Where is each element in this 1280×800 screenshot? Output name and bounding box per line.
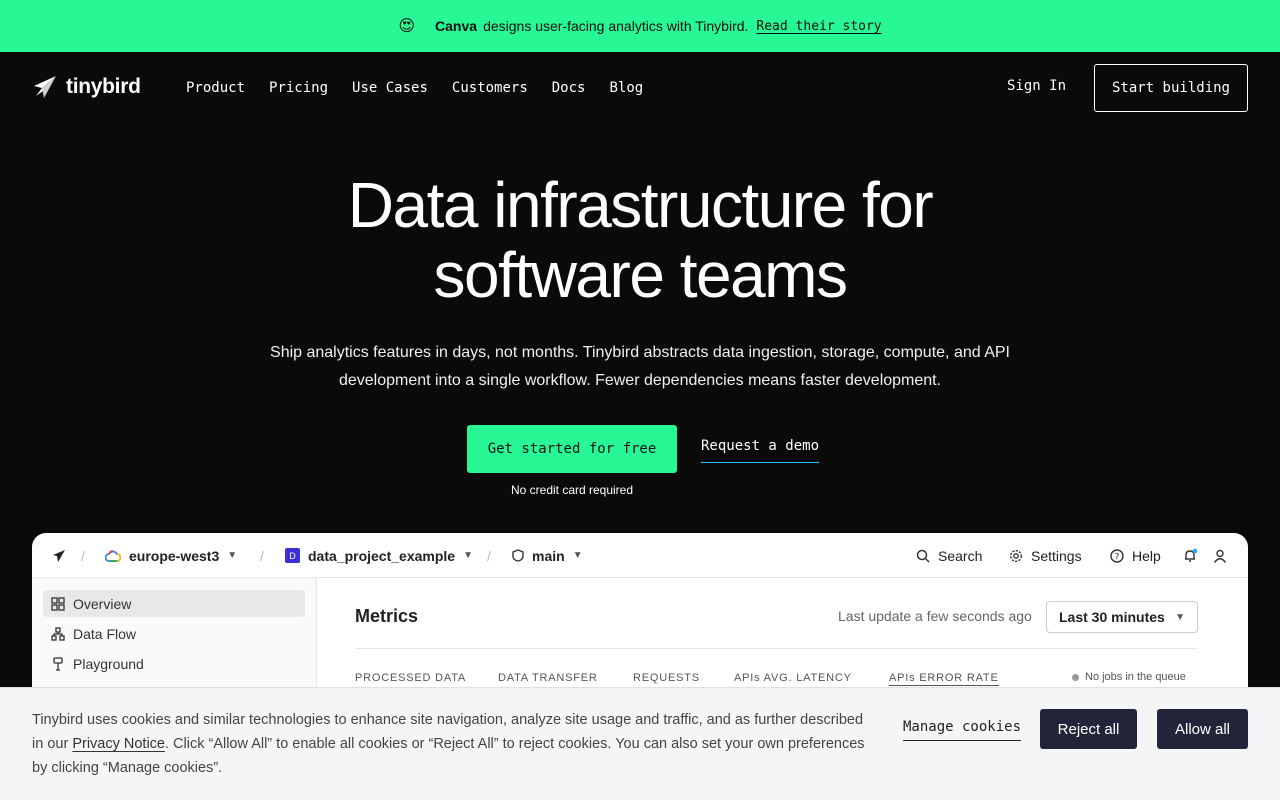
metric-column-header-error-rate[interactable]: APIs ERROR RATE [889, 672, 999, 686]
breadcrumb-separator: / [81, 547, 85, 564]
metric-column-header: APIs AVG. LATENCY [734, 672, 852, 684]
logo[interactable]: tinybird [32, 74, 141, 100]
get-started-button[interactable]: Get started for free [467, 425, 677, 473]
region-selector[interactable]: europe-west3 ▼ [105, 533, 237, 578]
project-name: data_project_example [308, 547, 456, 564]
shield-icon [512, 549, 524, 562]
project-badge: D [285, 548, 300, 563]
no-credit-card-note: No credit card required [510, 483, 634, 497]
project-selector[interactable]: D data_project_example ▼ [285, 533, 473, 578]
sign-in-link[interactable]: Sign In [1007, 78, 1066, 94]
jobs-status-text: No jobs in the queue [1085, 671, 1186, 683]
reject-all-button[interactable]: Reject all [1040, 709, 1137, 749]
playground-icon [53, 656, 63, 671]
sidebar-item-label: Overview [73, 595, 132, 612]
logo-text: tinybird [66, 75, 141, 98]
nav-links: Product Pricing Use Cases Customers Docs… [186, 52, 643, 124]
notifications-button[interactable] [1183, 533, 1198, 578]
account-button[interactable] [1213, 533, 1227, 578]
sidebar-item-overview[interactable]: Overview [43, 590, 305, 617]
announcement-brand: Canva [435, 18, 478, 34]
hero-title-line2: software teams [433, 239, 848, 311]
request-demo-link[interactable]: Request a demo [701, 438, 820, 463]
search-button[interactable]: Search [916, 533, 982, 578]
start-building-button[interactable]: Start building [1094, 64, 1248, 112]
metric-column-header: DATA TRANSFER [498, 672, 598, 684]
branch-name: main [532, 547, 565, 564]
cookie-text: Tinybird uses cookies and similar techno… [32, 708, 872, 780]
chevron-down-icon: ▼ [1175, 611, 1185, 623]
flow-icon [51, 626, 65, 641]
settings-button[interactable]: Settings [1009, 533, 1082, 578]
help-label: Help [1132, 547, 1161, 564]
nav-link-product[interactable]: Product [186, 80, 245, 96]
sidebar-item-data-flow[interactable]: Data Flow [43, 620, 305, 647]
metric-column-header: PROCESSED DATA [355, 672, 467, 684]
top-nav: tinybird Product Pricing Use Cases Custo… [0, 52, 1280, 124]
search-icon [916, 549, 930, 563]
nav-link-docs[interactable]: Docs [552, 80, 586, 96]
svg-text:?: ? [1115, 552, 1120, 562]
gear-icon [1009, 549, 1023, 562]
search-label: Search [938, 547, 983, 564]
time-range-select[interactable]: Last 30 minutes ▼ [1046, 601, 1198, 633]
nav-link-use-cases[interactable]: Use Cases [352, 80, 428, 96]
status-dot-icon [1072, 673, 1079, 681]
read-story-link[interactable]: Read their story [756, 19, 881, 34]
nav-link-customers[interactable]: Customers [452, 80, 528, 96]
sidebar-item-label: Data Flow [73, 625, 137, 642]
last-update-text: Last update a few seconds ago [838, 608, 1032, 624]
region-name: europe-west3 [129, 547, 220, 564]
hero-title: Data infrastructure for software teams [0, 170, 1280, 310]
sidebar-item-playground[interactable]: Playground [43, 650, 305, 677]
chevron-down-icon: ▼ [227, 550, 238, 561]
privacy-notice-link[interactable]: Privacy Notice [72, 736, 165, 752]
chevron-down-icon: ▼ [572, 550, 583, 561]
help-icon: ? [1110, 548, 1124, 563]
bird-icon [53, 549, 65, 562]
time-range-value: Last 30 minutes [1059, 609, 1165, 625]
app-topbar: / europe-west3 ▼ / D data_project_exampl… [32, 533, 1248, 578]
app-home-crumb[interactable] [52, 533, 66, 578]
jobs-status: No jobs in the queue [1072, 671, 1186, 683]
settings-label: Settings [1031, 547, 1082, 564]
announcement-bar: 😍 Canva designs user-facing analytics wi… [0, 0, 1280, 52]
metrics-title: Metrics [355, 606, 419, 626]
chevron-down-icon: ▼ [463, 550, 473, 561]
breadcrumb-separator: / [487, 547, 491, 564]
breadcrumb-separator: / [260, 547, 264, 564]
branch-selector[interactable]: main ▼ [512, 533, 583, 578]
metric-column-header: REQUESTS [633, 672, 700, 684]
announcement-text: designs user-facing analytics with Tinyb… [483, 18, 749, 34]
sidebar-item-label: Playground [73, 655, 144, 672]
manage-cookies-button[interactable]: Manage cookies [903, 719, 1022, 741]
hero-subtitle: Ship analytics features in days, not mon… [270, 344, 1010, 389]
hero-title-line1: Data infrastructure for [347, 169, 934, 241]
grid-icon [51, 596, 65, 611]
help-button[interactable]: ? Help [1110, 533, 1161, 578]
nav-link-pricing[interactable]: Pricing [269, 80, 328, 96]
allow-all-button[interactable]: Allow all [1157, 709, 1248, 749]
heart-eyes-emoji-icon: 😍 [398, 18, 416, 35]
divider [355, 648, 1198, 649]
nav-link-blog[interactable]: Blog [609, 80, 643, 96]
cloud-icon [105, 549, 121, 562]
user-icon [1213, 549, 1227, 563]
tinybird-bird-icon [34, 76, 56, 98]
cookie-banner: Tinybird uses cookies and similar techno… [0, 687, 1280, 800]
bell-icon [1185, 548, 1198, 562]
